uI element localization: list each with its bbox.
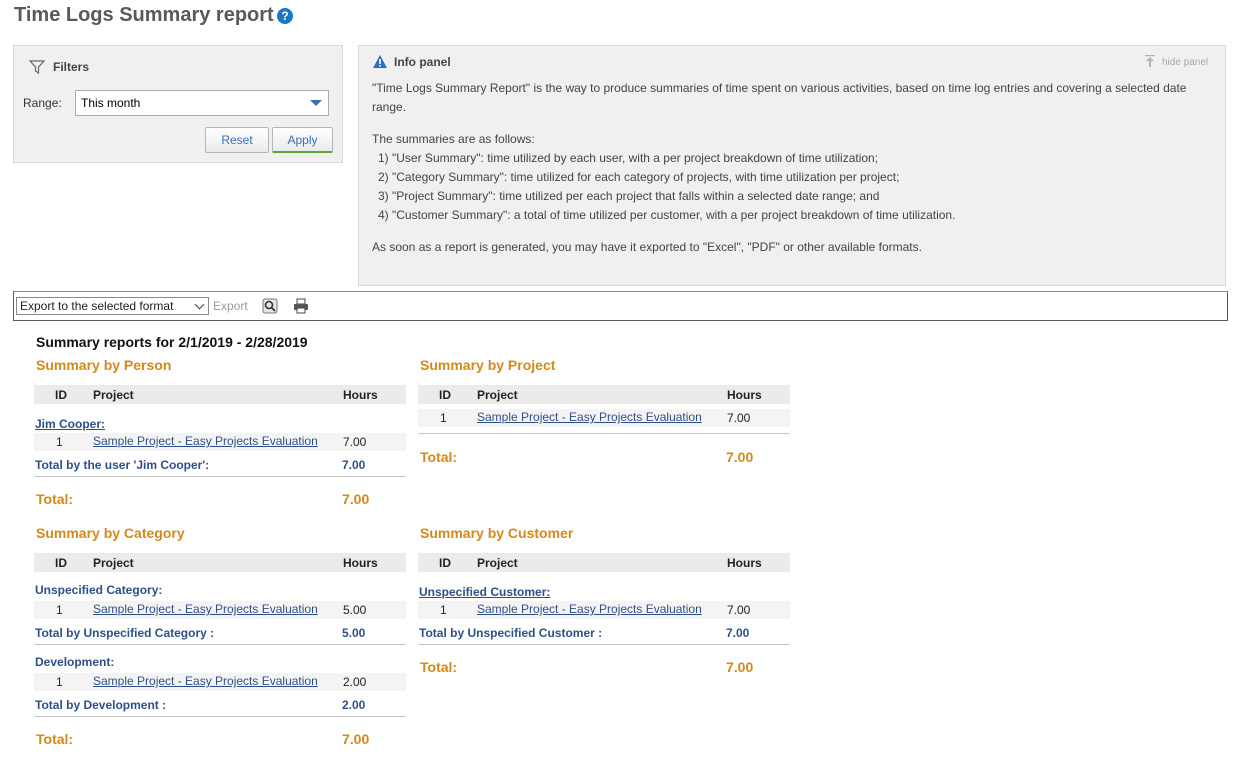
- filter-icon: [28, 59, 46, 78]
- page-title: Time Logs Summary report: [14, 4, 274, 26]
- column-header-hours: Hours: [343, 556, 378, 570]
- project-link[interactable]: Sample Project - Easy Projects Evaluatio…: [477, 602, 702, 616]
- grand-total-label: Total:: [36, 491, 74, 507]
- filters-panel: Filters Range: This month Reset Apply: [13, 45, 343, 163]
- grand-total-value: 7.00: [342, 491, 370, 507]
- table-header: ID Project Hours: [34, 385, 406, 404]
- group-link-user[interactable]: Jim Cooper:: [35, 417, 105, 431]
- column-header-project: Project: [477, 556, 518, 570]
- info-paragraph: "Time Logs Summary Report" is the way to…: [372, 81, 1187, 95]
- grand-total-label: Total:: [420, 449, 458, 465]
- project-link[interactable]: Sample Project - Easy Projects Evaluatio…: [93, 602, 318, 616]
- column-header-hours: Hours: [343, 388, 378, 402]
- section-title-customer: Summary by Customer: [420, 525, 574, 541]
- row-id: 1: [440, 603, 447, 617]
- help-icon[interactable]: ?: [277, 8, 293, 24]
- table-row: 1 Sample Project - Easy Projects Evaluat…: [34, 601, 406, 619]
- info-panel-title: Info panel: [394, 55, 451, 69]
- chevron-down-icon: [194, 299, 205, 310]
- divider: [418, 644, 790, 645]
- grand-total-value: 7.00: [342, 731, 370, 747]
- subtotal-value: 7.00: [726, 626, 750, 640]
- group-label-category: Unspecified Category:: [35, 583, 163, 597]
- info-panel: Info panel hide panel "Time Logs Summary…: [358, 45, 1226, 286]
- export-toolbar: Export to the selected format Export: [13, 291, 1228, 321]
- filters-label: Filters: [53, 60, 90, 74]
- print-icon[interactable]: [293, 298, 309, 317]
- row-hours: 7.00: [727, 411, 751, 425]
- column-header-hours: Hours: [727, 388, 762, 402]
- grand-total-label: Total:: [36, 731, 74, 747]
- divider: [34, 644, 406, 645]
- table-row: 1 Sample Project - Easy Projects Evaluat…: [418, 601, 790, 619]
- row-id: 1: [56, 675, 63, 689]
- warning-icon: [372, 54, 388, 72]
- section-title-person: Summary by Person: [36, 357, 172, 373]
- report-heading: Summary reports for 2/1/2019 - 2/28/2019: [36, 334, 308, 350]
- column-header-id: ID: [55, 388, 67, 402]
- row-hours: 7.00: [727, 603, 751, 617]
- column-header-project: Project: [93, 388, 134, 402]
- export-format-select[interactable]: Export to the selected format: [16, 297, 209, 315]
- project-link[interactable]: Sample Project - Easy Projects Evaluatio…: [93, 674, 318, 688]
- table-header: ID Project Hours: [418, 385, 790, 404]
- subtotal-value: 2.00: [342, 698, 366, 712]
- subtotal-value: 5.00: [342, 626, 366, 640]
- grand-total-label: Total:: [420, 659, 458, 675]
- export-button[interactable]: Export: [213, 299, 248, 313]
- hide-panel-link[interactable]: hide panel: [1162, 57, 1208, 68]
- info-list-item: 2) "Category Summary": time utilized for…: [378, 170, 900, 184]
- info-list-item: 3) "Project Summary": time utilized per …: [378, 189, 880, 203]
- group-link-customer[interactable]: Unspecified Customer:: [419, 585, 550, 599]
- column-header-id: ID: [55, 556, 67, 570]
- row-hours: 7.00: [343, 435, 367, 449]
- divider: [34, 716, 406, 717]
- column-header-hours: Hours: [727, 556, 762, 570]
- range-value: This month: [81, 96, 141, 110]
- row-id: 1: [56, 435, 63, 449]
- table-row: 1 Sample Project - Easy Projects Evaluat…: [418, 409, 790, 427]
- row-id: 1: [56, 603, 63, 617]
- grand-total-value: 7.00: [726, 449, 754, 465]
- subtotal-label: Total by the user 'Jim Cooper':: [35, 458, 210, 472]
- column-header-id: ID: [439, 388, 451, 402]
- table-header: ID Project Hours: [418, 553, 790, 572]
- subtotal-label: Total by Unspecified Category :: [35, 626, 215, 640]
- info-list-item: 4) "Customer Summary": a total of time u…: [378, 208, 956, 222]
- divider: [34, 476, 406, 477]
- table-row: 1 Sample Project - Easy Projects Evaluat…: [34, 433, 406, 451]
- info-paragraph: As soon as a report is generated, you ma…: [372, 240, 922, 254]
- row-hours: 2.00: [343, 675, 367, 689]
- range-label: Range:: [23, 96, 62, 110]
- info-list-item: 1) "User Summary": time utilized by each…: [378, 151, 879, 165]
- section-title-project: Summary by Project: [420, 357, 556, 373]
- subtotal-label: Total by Unspecified Customer :: [419, 626, 603, 640]
- project-link[interactable]: Sample Project - Easy Projects Evaluatio…: [93, 434, 318, 448]
- export-format-value: Export to the selected format: [20, 299, 174, 313]
- section-title-category: Summary by Category: [36, 525, 185, 541]
- group-label-category: Development:: [35, 655, 115, 669]
- column-header-project: Project: [93, 556, 134, 570]
- info-paragraph: The summaries are as follows:: [372, 132, 535, 146]
- divider: [418, 433, 790, 434]
- zoom-icon[interactable]: [262, 298, 278, 317]
- info-paragraph: range.: [372, 100, 407, 114]
- row-id: 1: [440, 411, 447, 425]
- column-header-id: ID: [439, 556, 451, 570]
- table-header: ID Project Hours: [34, 553, 406, 572]
- grand-total-value: 7.00: [726, 659, 754, 675]
- chevron-down-icon: [310, 100, 322, 106]
- range-select[interactable]: This month: [75, 90, 329, 116]
- column-header-project: Project: [477, 388, 518, 402]
- collapse-up-icon[interactable]: [1144, 54, 1156, 71]
- project-link[interactable]: Sample Project - Easy Projects Evaluatio…: [477, 410, 702, 424]
- subtotal-label: Total by Development :: [35, 698, 167, 712]
- reset-button[interactable]: Reset: [205, 127, 269, 153]
- row-hours: 5.00: [343, 603, 367, 617]
- subtotal-value: 7.00: [342, 458, 366, 472]
- table-row: 1 Sample Project - Easy Projects Evaluat…: [34, 673, 406, 691]
- apply-button[interactable]: Apply: [272, 127, 333, 153]
